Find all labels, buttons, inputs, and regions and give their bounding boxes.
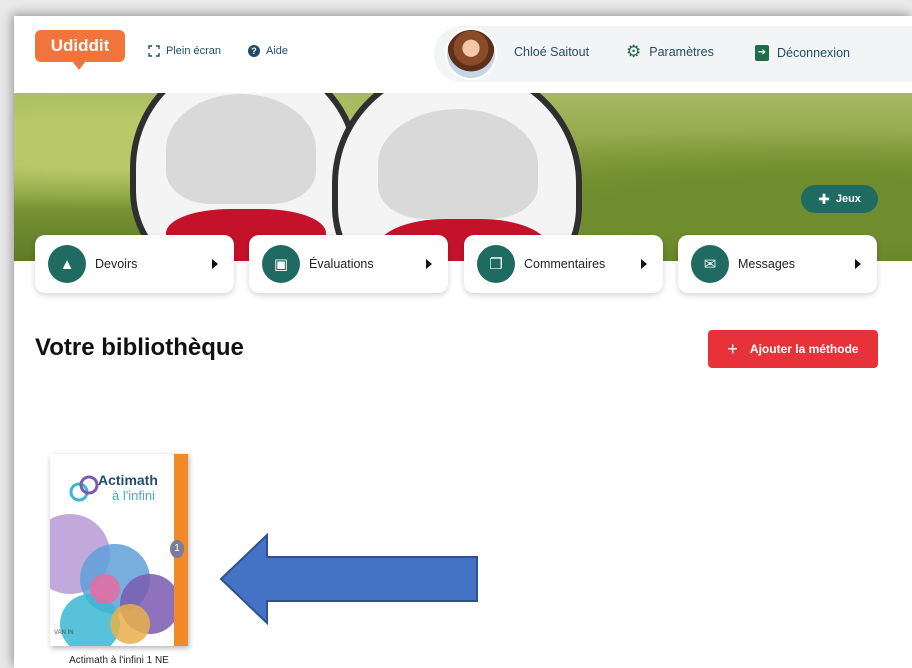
avatar[interactable] [445,28,497,80]
fullscreen-link[interactable]: Plein écran [148,45,221,57]
action-card-messages[interactable]: ✉ Messages [678,235,877,293]
caret-right-icon [641,259,647,269]
mail-icon: ✉ [691,245,729,283]
logout-icon: ➔ [755,45,769,61]
caret-right-icon [855,259,861,269]
actimath-logo-icon [69,475,99,502]
games-button[interactable]: ✚ Jeux [801,185,878,213]
add-method-label: Ajouter la méthode [749,342,859,356]
puzzle-icon: ✚ [818,190,830,207]
evaluation-icon: ▣ [262,245,300,283]
fullscreen-label: Plein écran [166,45,222,57]
cover-title: Actimath [98,472,158,488]
logout-link[interactable]: ➔ Déconnexion [755,45,850,61]
top-bar: Udiddit Plein écran ? Aide Chloé Saitout… [14,16,912,96]
action-card-evaluations[interactable]: ▣ Évaluations [249,235,448,293]
logo-tail [72,61,86,70]
book-caption[interactable]: Actimath à l'infini 1 NE [50,655,188,666]
user-name[interactable]: Chloé Saitout [514,45,589,59]
action-card-devoirs[interactable]: ▲ Devoirs [35,235,234,293]
action-card-commentaires[interactable]: ❐ Commentaires [464,235,663,293]
plus-icon: + [727,338,738,359]
games-label: Jeux [835,193,861,205]
help-link[interactable]: ? Aide [248,45,288,57]
action-label: Évaluations [309,257,374,271]
action-label: Devoirs [95,257,138,271]
comments-icon: ❐ [477,245,515,283]
action-label: Commentaires [524,257,606,271]
pointer-arrow-annotation [219,533,478,625]
action-label: Messages [738,257,795,271]
settings-link[interactable]: ⚙ Paramètres [626,42,714,61]
user-name-label: Chloé Saitout [514,45,590,59]
cover-number: 1 [170,540,184,558]
settings-label: Paramètres [649,45,714,59]
help-label: Aide [266,45,289,57]
cover-subtitle: à l'infini [112,488,155,503]
udiddit-logo[interactable]: Udiddit [35,30,125,62]
gear-icon: ⚙ [626,42,642,61]
library-title: Votre bibliothèque [35,334,244,361]
help-icon: ? [248,45,260,57]
app-window: Udiddit Plein écran ? Aide Chloé Saitout… [14,16,912,668]
bag-icon: ▲ [48,245,86,283]
caret-right-icon [426,259,432,269]
publisher-logo: VAN IN [54,630,74,636]
logout-label: Déconnexion [777,46,850,60]
add-method-button[interactable]: + Ajouter la méthode [708,330,878,368]
caret-right-icon [212,259,218,269]
fullscreen-icon [148,45,160,57]
book-cover[interactable]: Actimath à l'infini 1 VAN IN [50,454,188,646]
